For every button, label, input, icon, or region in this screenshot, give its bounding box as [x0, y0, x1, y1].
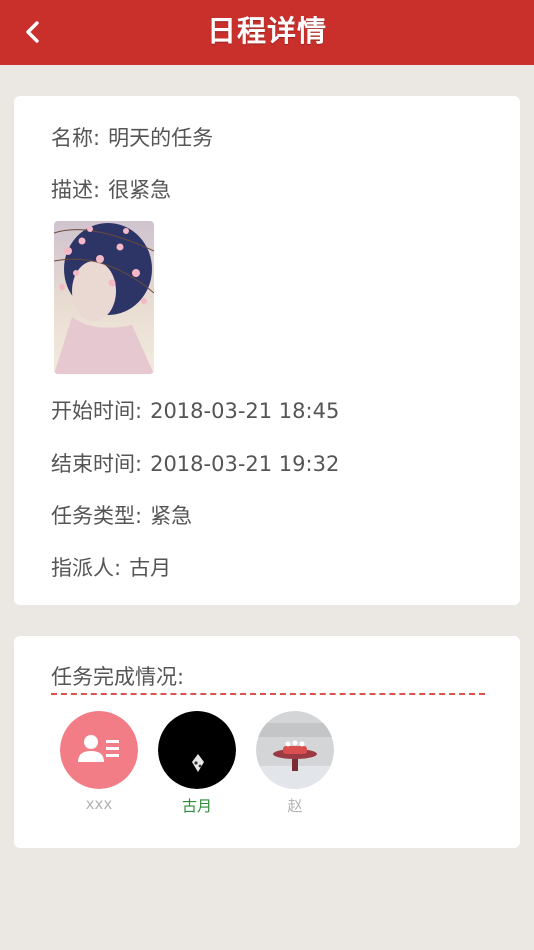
contact-card-icon [60, 711, 138, 789]
assignee-name: 古月 [181, 797, 212, 815]
assignee-item[interactable]: 赵 [255, 711, 335, 816]
task-desc-label: 描述: [51, 178, 101, 202]
section-divider [51, 693, 485, 695]
task-attachment-image[interactable] [54, 221, 154, 374]
task-type-row: 任务类型: 紧急 [51, 500, 192, 530]
completion-card: 任务完成情况: xxx 古月 赵 [14, 636, 520, 848]
task-name-label: 名称: [51, 126, 101, 150]
end-time-label: 结束时间: [51, 452, 143, 476]
assignee-name: 赵 [287, 797, 303, 815]
task-desc-value: 很紧急 [108, 178, 172, 202]
start-time-label: 开始时间: [51, 399, 143, 423]
task-desc-row: 描述: 很紧急 [51, 174, 171, 204]
task-type-value: 紧急 [150, 504, 193, 528]
assigner-label: 指派人: [51, 556, 122, 580]
page-title: 日程详情 [206, 14, 327, 48]
assigner-row: 指派人: 古月 [51, 552, 171, 582]
avatar [60, 711, 138, 789]
task-detail-card: 名称: 明天的任务 描述: 很紧急 开始时间: 2018-03-21 18:45… [14, 96, 520, 605]
end-time-row: 结束时间: 2018-03-21 19:32 [51, 448, 339, 478]
task-name-row: 名称: 明天的任务 [51, 122, 213, 152]
assignee-item[interactable]: xxx [59, 711, 139, 813]
start-time-row: 开始时间: 2018-03-21 18:45 [51, 395, 339, 425]
end-time-value: 2018-03-21 19:32 [150, 452, 340, 476]
assigner-value: 古月 [129, 556, 172, 580]
task-name-value: 明天的任务 [108, 126, 214, 150]
start-time-value: 2018-03-21 18:45 [150, 399, 340, 423]
assignee-item[interactable]: 古月 [157, 711, 237, 816]
avatar [256, 711, 334, 789]
assignee-name: xxx [85, 795, 113, 813]
task-type-label: 任务类型: [51, 504, 143, 528]
app-header: 日程详情 [0, 0, 534, 65]
completion-title: 任务完成情况: [51, 665, 185, 689]
avatar [158, 711, 236, 789]
